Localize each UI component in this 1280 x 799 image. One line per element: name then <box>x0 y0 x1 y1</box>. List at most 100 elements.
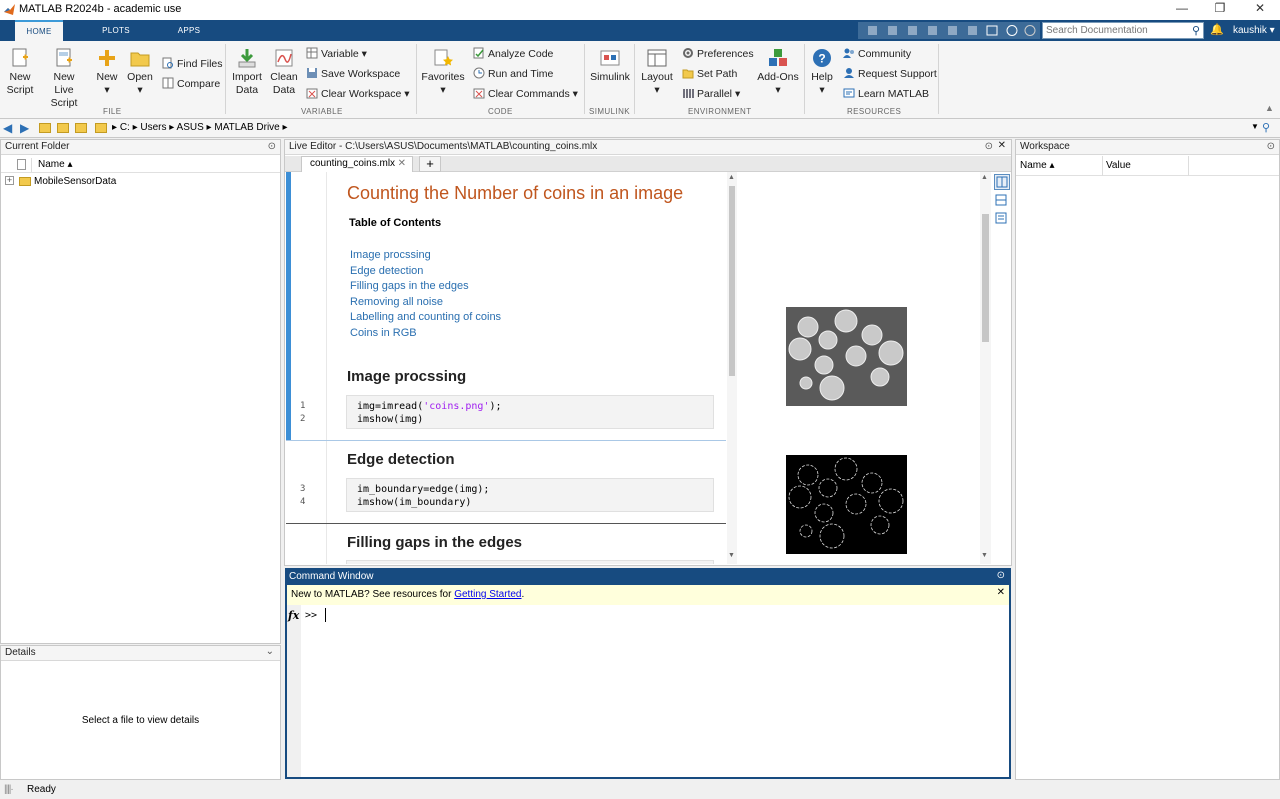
clear-commands-button[interactable]: Clear Commands ▾ <box>473 87 578 100</box>
browse-folder-icon[interactable] <box>57 123 69 133</box>
analyze-code-button[interactable]: Analyze Code <box>473 47 553 60</box>
compare-button[interactable]: Compare <box>162 77 220 90</box>
import-data-icon <box>238 49 256 68</box>
chevron-down-icon[interactable]: ⌄ <box>266 646 274 657</box>
save-workspace-button[interactable]: Save Workspace <box>306 67 400 80</box>
panel-menu-icon[interactable]: ⊙ <box>985 141 993 152</box>
code-block[interactable]: img=imread('coins.png'); imshow(img) <box>346 395 714 429</box>
folder-open-icon <box>130 52 150 67</box>
output-scrollbar[interactable]: ▲ ▼ <box>980 172 991 564</box>
new-button[interactable]: New ▾ <box>94 47 120 97</box>
quick-access-toolbar <box>858 22 1040 39</box>
code-line: im_boundary=edge(img); <box>357 484 490 495</box>
toc-link-coins-rgb[interactable]: Coins in RGB <box>350 327 417 339</box>
run-and-time-button[interactable]: Run and Time <box>473 67 553 80</box>
toc-link-labelling[interactable]: Labelling and counting of coins <box>350 311 501 323</box>
close-window-button[interactable]: ✕ <box>1245 1 1275 19</box>
function-browser-icon[interactable]: fx <box>288 609 299 622</box>
search-documentation-input[interactable]: Search Documentation ⚲ <box>1042 22 1204 39</box>
add-tab-button[interactable]: + <box>419 156 441 172</box>
folder-icon <box>19 177 31 186</box>
getting-started-link[interactable]: Getting Started <box>454 589 521 600</box>
window-title: MATLAB R2024b - academic use <box>19 3 182 15</box>
tab-apps[interactable]: APPS <box>165 20 213 41</box>
panel-menu-icon[interactable]: ⊙ <box>997 570 1005 581</box>
tab-plots[interactable]: PLOTS <box>92 20 140 41</box>
list-item[interactable]: + MobileSensorData <box>5 175 265 190</box>
editor-scrollbar[interactable]: ▲ ▼ <box>727 172 737 564</box>
expand-icon[interactable]: + <box>5 176 14 185</box>
preferences-button[interactable]: Preferences <box>682 47 754 60</box>
clean-data-button[interactable]: Clean Data <box>269 47 299 97</box>
value-column-header[interactable]: Value <box>1106 160 1131 171</box>
quick-access-icons[interactable] <box>858 22 1040 39</box>
getting-started-banner: New to MATLAB? See resources for Getting… <box>287 585 1009 605</box>
output-inline-button[interactable] <box>994 193 1010 209</box>
open-button[interactable]: Open ▾ <box>126 47 154 97</box>
live-script-content[interactable]: Counting the Number of coins in an image… <box>286 172 738 564</box>
maximize-button[interactable]: ❐ <box>1205 1 1235 19</box>
learn-icon <box>843 88 855 98</box>
hide-code-icon <box>995 212 1007 224</box>
variable-menu-button[interactable]: Variable ▾ <box>306 47 367 60</box>
up-folder-icon[interactable] <box>39 123 51 133</box>
find-files-button[interactable]: Find Files <box>162 57 223 70</box>
learn-matlab-button[interactable]: Learn MATLAB <box>843 87 929 100</box>
toc-link-removing-noise[interactable]: Removing all noise <box>350 296 443 308</box>
clear-workspace-button[interactable]: Clear Workspace ▾ <box>306 87 410 100</box>
toc-link-filling-gaps[interactable]: Filling gaps in the edges <box>350 280 469 292</box>
simulink-button[interactable]: Simulink <box>589 47 631 84</box>
forward-icon[interactable]: ▶ <box>20 121 29 135</box>
code-block[interactable]: im_boundary=edge(img); imshow(im_boundar… <box>346 478 714 512</box>
parallel-button[interactable]: Parallel ▾ <box>682 87 740 100</box>
layout-button[interactable]: Layout ▾ <box>639 47 675 97</box>
close-tab-icon[interactable]: ✕ <box>398 158 406 169</box>
search-folder-icon[interactable]: ⚲ <box>1262 121 1270 134</box>
line-number: 3 <box>300 484 306 494</box>
path-dropdown-icon[interactable]: ▼ <box>1251 122 1259 131</box>
request-support-button[interactable]: Request Support <box>843 67 937 80</box>
favorites-button[interactable]: Favorites ▾ <box>421 47 465 97</box>
support-icon <box>844 68 854 78</box>
line-number: 2 <box>300 414 306 424</box>
plus-icon <box>99 50 115 66</box>
tab-counting-coins[interactable]: counting_coins.mlx ✕ <box>301 156 413 172</box>
tab-home[interactable]: HOME <box>15 20 63 41</box>
toc-link-edge-detection[interactable]: Edge detection <box>350 265 423 277</box>
edge-image-output[interactable] <box>786 455 907 554</box>
user-menu[interactable]: kaushik ▾ <box>1233 25 1275 36</box>
clear-commands-icon <box>473 88 485 99</box>
collapse-ribbon-icon[interactable]: ▲ <box>1265 103 1274 113</box>
import-data-button[interactable]: Import Data <box>230 47 264 97</box>
search-icon[interactable]: ⚲ <box>1192 24 1200 37</box>
output-inline-icon <box>995 194 1007 206</box>
addons-button[interactable]: Add-Ons ▾ <box>756 47 800 97</box>
new-folder-icon[interactable] <box>75 123 87 133</box>
workspace-panel: Workspace ⊙ Name ▴ Value <box>1015 139 1280 780</box>
ribbon-separator <box>634 44 635 114</box>
help-button[interactable]: ? Help ▾ <box>809 47 835 97</box>
new-live-script-button[interactable]: New Live Script <box>40 47 88 110</box>
close-banner-icon[interactable]: ✕ <box>997 587 1005 598</box>
command-input-cursor[interactable] <box>325 608 326 622</box>
path-breadcrumb[interactable]: ▸ C: ▸ Users ▸ ASUS ▸ MATLAB Drive ▸ <box>112 122 288 133</box>
output-inline-view-button[interactable] <box>994 174 1010 190</box>
hide-code-button[interactable] <box>994 211 1010 227</box>
new-script-button[interactable]: New Script <box>5 47 35 97</box>
minimize-button[interactable]: — <box>1167 1 1197 19</box>
editor-header: Live Editor - C:\Users\ASUS\Documents\MA… <box>285 140 1011 155</box>
path-folder-icon <box>95 123 107 133</box>
close-icon[interactable]: ✕ <box>998 140 1006 151</box>
panel-menu-icon[interactable]: ⊙ <box>268 141 276 152</box>
coins-image-output[interactable] <box>786 307 907 406</box>
name-column-header[interactable]: Name ▴ <box>1020 160 1054 171</box>
set-path-button[interactable]: Set Path <box>682 67 737 80</box>
toc-link-image-processing[interactable]: Image procssing <box>350 249 431 261</box>
panel-menu-icon[interactable]: ⊙ <box>1267 141 1275 152</box>
variable-icon <box>306 47 318 59</box>
notification-bell-icon[interactable]: 🔔 <box>1210 23 1224 36</box>
name-column-header[interactable]: Name ▴ <box>38 159 72 170</box>
group-variable-label: VARIABLE <box>301 107 343 116</box>
community-button[interactable]: Community <box>843 47 911 60</box>
back-icon[interactable]: ◀ <box>3 121 12 135</box>
